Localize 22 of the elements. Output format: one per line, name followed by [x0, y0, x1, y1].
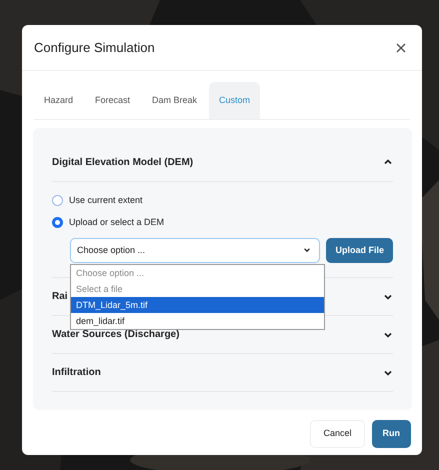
tab[interactable]: Forecast	[85, 82, 140, 118]
run-button[interactable]: Run	[372, 420, 411, 448]
close-button[interactable]	[394, 40, 408, 54]
cancel-button[interactable]: Cancel	[310, 420, 364, 448]
section-title[interactable]: Water Sources (Discharge)	[52, 327, 180, 342]
option-label: Upload or select a DEM	[69, 216, 164, 229]
radio-button[interactable]	[52, 195, 63, 206]
radio-button[interactable]	[52, 217, 63, 228]
section-title[interactable]: Infiltration	[52, 365, 101, 380]
tab[interactable]: Hazard	[34, 82, 84, 118]
dropdown-option: Choose option ...	[71, 264, 324, 280]
section-title[interactable]: Digital Elevation Model (DEM)	[52, 154, 194, 170]
select-field[interactable]: Choose option ...	[70, 238, 320, 263]
dropdown-option[interactable]: dem_lidar.tif	[71, 312, 324, 328]
dialog-title: Configure Simulation	[34, 38, 155, 57]
upload-button[interactable]: Upload File	[326, 238, 393, 263]
chevron-up-icon[interactable]	[383, 157, 393, 167]
section-title[interactable]: Rai	[52, 289, 68, 304]
dropdown-option: Select a file	[71, 280, 324, 296]
option-label: Use current extent	[69, 194, 143, 207]
tab[interactable]: Dam Break	[142, 82, 208, 118]
dropdown-option[interactable]: DTM_Lidar_5m.tif	[71, 296, 324, 312]
